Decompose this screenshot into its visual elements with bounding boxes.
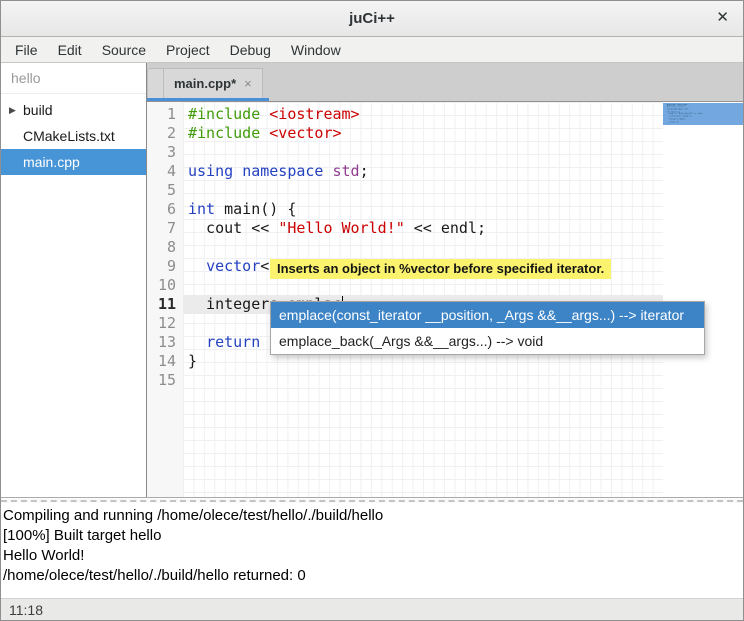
line-number: 4 [147,162,176,181]
code-token: "Hello World!" [278,219,404,237]
code-token [260,333,269,351]
tree-item-label: CMakeLists.txt [23,128,115,144]
code-line[interactable] [183,181,663,200]
completion-item-1[interactable]: emplace_back(_Args &&__args...) --> void [271,328,704,354]
doc-tooltip: Inserts an object in %vector before spec… [270,259,611,279]
code-editor[interactable]: 123456789101112131415 #include <iostream… [147,102,743,497]
menu-item-debug[interactable]: Debug [220,39,281,61]
active-tab-indicator [147,98,269,101]
window-title: juCi++ [349,10,395,27]
menu-item-edit[interactable]: Edit [48,39,92,61]
code-token [260,105,269,123]
build-output: Compiling and running /home/olece/test/h… [1,503,743,598]
completion-popup: emplace(const_iterator __position, _Args… [270,301,705,355]
menu-item-file[interactable]: File [5,39,48,61]
line-number: 5 [147,181,176,200]
line-number: 6 [147,200,176,219]
code-token: int [188,200,215,218]
main-area: hello ▶build CMakeLists.txt main.cpp main.… [1,63,743,497]
line-number: 13 [147,333,176,352]
code-token: main() { [215,200,296,218]
code-token: < [260,257,269,275]
code-line[interactable]: int main() { [183,200,663,219]
code-token: <vector> [269,124,341,142]
code-token [260,124,269,142]
window-close-icon[interactable]: ✕ [716,9,729,27]
line-number: 9 [147,257,176,276]
completion-item-0[interactable]: emplace(const_iterator __position, _Args… [271,302,704,328]
output-line: [100%] Built target hello [3,526,741,546]
menu-item-window[interactable]: Window [281,39,351,61]
menu-item-project[interactable]: Project [156,39,220,61]
output-line: /home/olece/test/hello/./build/hello ret… [3,566,741,586]
line-number: 8 [147,238,176,257]
tree-item-build[interactable]: ▶build [1,97,146,123]
code-token [188,257,206,275]
expander-icon[interactable]: ▶ [9,105,23,116]
tab-main-cpp[interactable]: main.cpp* × [163,68,263,98]
code-line[interactable]: #include <iostream> [183,105,663,124]
code-token: std [333,162,360,180]
code-token: } [188,352,197,370]
code-token: #include [188,105,260,123]
status-time: 11:18 [9,602,43,618]
code-token: using [188,162,233,180]
line-number-gutter: 123456789101112131415 [147,102,183,497]
code-token [233,162,242,180]
code-line[interactable]: #include <vector> [183,124,663,143]
minimap[interactable]: #include <iostream> #include <vector> us… [663,102,743,497]
tree-item-label: main.cpp [23,154,80,170]
line-number: 10 [147,276,176,295]
code-token: return [206,333,260,351]
tab-close-icon[interactable]: × [244,76,252,91]
code-token: #include [188,124,260,142]
tab-bar: main.cpp* × [147,63,743,102]
tab-strip-edge [147,68,163,98]
tab-label: main.cpp* [174,76,236,91]
file-tree-panel: hello ▶build CMakeLists.txt main.cpp [1,63,147,497]
titlebar[interactable]: juCi++ ✕ [1,1,743,37]
line-number: 7 [147,219,176,238]
code-token: << endl; [405,219,486,237]
app-window: juCi++ ✕ FileEditSourceProjectDebugWindo… [0,0,744,621]
tree-item-main-cpp[interactable]: main.cpp [1,149,146,175]
code-token: namespace [242,162,323,180]
code-line[interactable] [183,238,663,257]
code-token [323,162,332,180]
code-line[interactable] [183,143,663,162]
minimap-code: #include <iostream> #include <vector> us… [667,104,703,124]
menu-item-source[interactable]: Source [92,39,156,61]
file-tree: ▶build CMakeLists.txt main.cpp [1,94,146,175]
line-number: 1 [147,105,176,124]
output-line: Compiling and running /home/olece/test/h… [3,506,741,526]
status-bar: 11:18 [1,598,743,620]
line-number: 3 [147,143,176,162]
code-token [188,333,206,351]
code-line[interactable] [183,371,663,390]
line-number: 15 [147,371,176,390]
line-number: 11 [147,295,176,314]
tree-item-label: build [23,102,53,118]
code-line[interactable]: cout << "Hello World!" << endl; [183,219,663,238]
code-token: vector [206,257,260,275]
line-number: 12 [147,314,176,333]
editor-region: main.cpp* × 123456789101112131415 #inclu… [147,63,743,497]
code-area[interactable]: #include <iostream>#include <vector>usin… [183,102,663,497]
code-token: <iostream> [269,105,359,123]
menubar: FileEditSourceProjectDebugWindow [1,37,743,63]
code-token: ; [360,162,369,180]
project-name: hello [1,63,146,94]
tree-item-cmakelists-txt[interactable]: CMakeLists.txt [1,123,146,149]
line-number: 2 [147,124,176,143]
pane-splitter[interactable] [1,497,743,503]
line-number: 14 [147,352,176,371]
output-line: Hello World! [3,546,741,566]
code-token: cout << [188,219,278,237]
code-line[interactable]: using namespace std; [183,162,663,181]
